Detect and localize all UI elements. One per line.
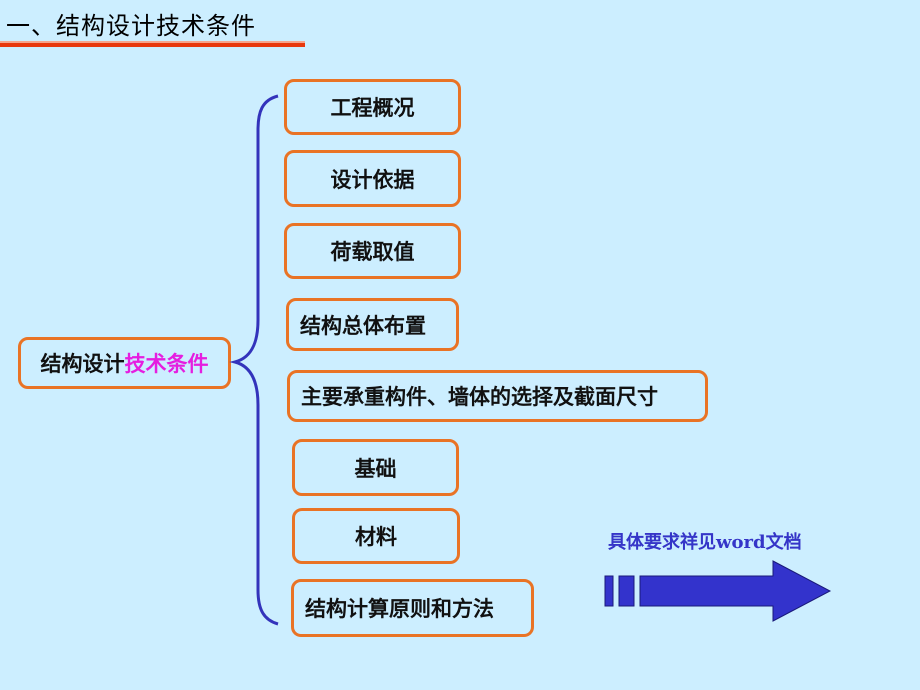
item-box-materials: 材料 bbox=[292, 508, 460, 564]
item-label: 主要承重构件、墙体的选择及截面尺寸 bbox=[301, 385, 658, 409]
item-label: 结构计算原则和方法 bbox=[305, 597, 494, 621]
item-label: 工程概况 bbox=[330, 96, 415, 120]
word-doc-note: 具体要求祥见word文档 bbox=[608, 532, 802, 553]
item-box-loads: 荷载取值 bbox=[284, 223, 461, 279]
item-box-overview: 工程概况 bbox=[284, 79, 461, 135]
item-label: 结构总体布置 bbox=[300, 313, 426, 338]
item-label: 材料 bbox=[355, 525, 397, 549]
item-box-members: 主要承重构件、墙体的选择及截面尺寸 bbox=[287, 370, 708, 422]
item-label: 荷载取值 bbox=[330, 240, 415, 264]
item-box-design-basis: 设计依据 bbox=[284, 150, 461, 207]
item-box-calculation: 结构计算原则和方法 bbox=[291, 579, 534, 637]
item-label: 设计依据 bbox=[330, 167, 415, 192]
item-label: 基础 bbox=[354, 456, 397, 481]
item-box-layout: 结构总体布置 bbox=[286, 298, 459, 351]
item-box-foundation: 基础 bbox=[292, 439, 459, 496]
right-arrow-icon bbox=[604, 560, 832, 622]
